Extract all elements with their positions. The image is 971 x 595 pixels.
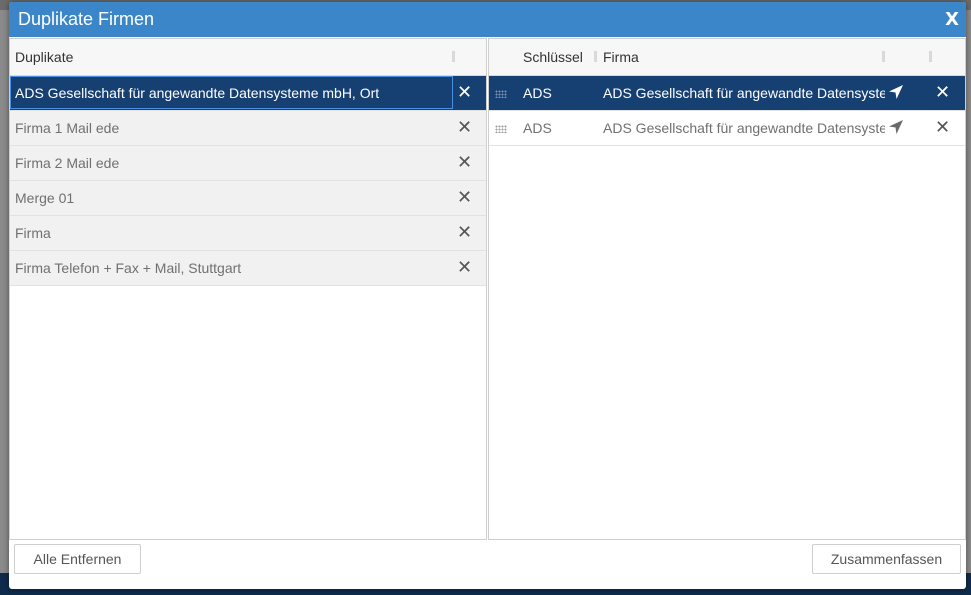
duplicate-company-name: Firma 2 Mail ede [15,155,120,171]
column-header-schluessel[interactable]: Schlüssel [523,49,583,65]
merge-target-row[interactable]: ADS ADS Gesellschaft für angewandte Daten… [489,111,965,146]
merge-button[interactable]: Zusammenfassen [812,544,961,574]
close-icon[interactable]: ✕ [457,257,472,278]
column-resize-handle[interactable] [929,51,932,62]
company-name: ADS Gesellschaft für angewandte Datensys… [603,120,885,136]
drag-handle-icon[interactable] [495,125,507,133]
close-icon[interactable]: ✕ [457,117,472,138]
dialog-title: Duplikate Firmen [18,9,155,29]
drag-handle-icon[interactable] [495,90,507,98]
location-arrow-icon[interactable] [888,84,904,100]
duplicates-grid-body: ADS Gesellschaft für angewandte Datensys… [10,76,486,286]
company-name: ADS Gesellschaft für angewandte Datensys… [603,85,885,101]
close-icon[interactable]: ✕ [457,222,472,243]
duplicates-grid-header: Duplikate [10,39,486,76]
column-header-duplikate[interactable]: Duplikate [15,49,73,65]
dialog-close-button[interactable]: X [945,9,959,30]
merge-target-row[interactable]: ADS ADS Gesellschaft für angewandte Daten… [489,76,965,111]
duplicate-company-name: ADS Gesellschaft für angewandte Datensys… [15,85,380,101]
company-key: ADS [523,85,552,101]
duplicate-company-name: Firma [15,225,51,241]
duplicates-grid: Duplikate ADS Gesellschaft für angewandt… [9,38,487,540]
column-header-firma[interactable]: Firma [603,49,639,65]
close-icon[interactable]: ✕ [935,117,950,138]
close-icon[interactable]: ✕ [457,82,472,103]
merge-target-grid-header: Schlüssel Firma [489,39,965,76]
close-icon[interactable]: ✕ [935,82,950,103]
close-icon[interactable]: ✕ [457,152,472,173]
dialog-header: Duplikate Firmen X [9,2,966,37]
remove-all-button[interactable]: Alle Entfernen [14,544,141,574]
duplicate-company-name: Firma Telefon + Fax + Mail, Stuttgart [15,260,242,276]
company-key: ADS [523,120,552,136]
close-icon[interactable]: ✕ [457,187,472,208]
column-resize-handle[interactable] [882,51,885,62]
duplicate-row[interactable]: ADS Gesellschaft für angewandte Datensys… [10,76,486,111]
column-resize-handle[interactable] [452,51,455,62]
duplicate-row[interactable]: Firma 2 Mail ede ✕ [10,146,486,181]
location-arrow-icon[interactable] [888,119,904,135]
duplicate-row[interactable]: Firma Telefon + Fax + Mail, Stuttgart ✕ [10,251,486,286]
merge-target-grid: Schlüssel Firma ADS ADS Gesellschaft für … [488,38,966,540]
duplicate-row[interactable]: Firma ✕ [10,216,486,251]
duplicate-company-name: Firma 1 Mail ede [15,120,120,136]
duplicate-row[interactable]: Firma 1 Mail ede ✕ [10,111,486,146]
column-resize-handle[interactable] [594,51,597,62]
duplicate-company-name: Merge 01 [15,190,75,206]
merge-target-grid-body: ADS ADS Gesellschaft für angewandte Daten… [489,76,965,146]
duplicates-dialog: Duplikate Firmen X Duplikate ADS Gesells… [9,2,966,589]
duplicate-row[interactable]: Merge 01 ✕ [10,181,486,216]
